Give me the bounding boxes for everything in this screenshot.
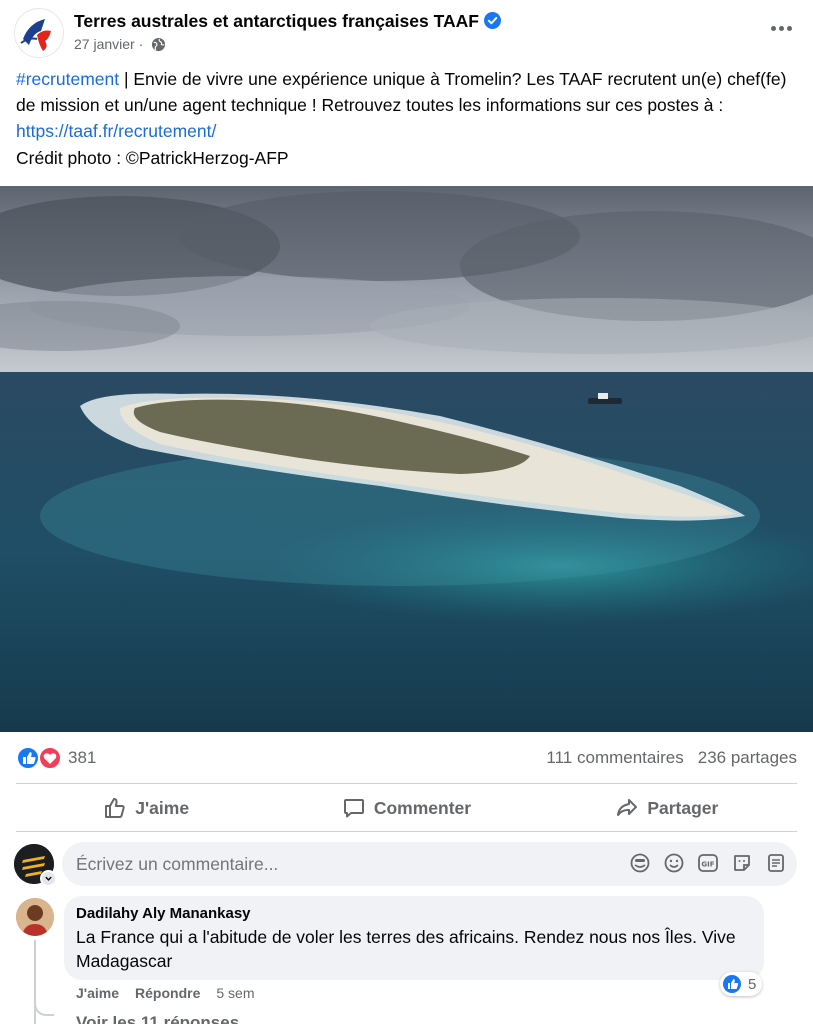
chevron-down-icon: [45, 876, 52, 881]
gif-icon[interactable]: GIF: [697, 852, 719, 874]
comment-reply-link[interactable]: Répondre: [135, 985, 200, 1001]
comment-text: La France qui a l'abitude de voler les t…: [76, 927, 736, 971]
view-replies-link[interactable]: Voir les 11 réponses: [76, 1013, 239, 1024]
dot-icon: [786, 25, 792, 31]
share-icon: [617, 799, 638, 816]
page-avatar[interactable]: [14, 8, 64, 58]
more-options-button[interactable]: [763, 18, 799, 38]
thumbs-up-icon: [105, 798, 125, 818]
page-name-text[interactable]: Terres australes et antarctiques françai…: [74, 11, 479, 31]
post-header: Terres australes et antarctiques françai…: [14, 8, 799, 60]
thread-connector: [34, 996, 54, 1016]
globe-icon: [152, 37, 166, 52]
commenter-name[interactable]: Dadilahy Aly Manankasy: [76, 905, 752, 922]
composer-tools: GIF: [629, 852, 787, 874]
shares-count[interactable]: 236 partages: [698, 748, 797, 767]
commenter-avatar[interactable]: [16, 898, 54, 936]
post-photo[interactable]: [0, 186, 813, 732]
post-message: #recrutement | Envie de vivre une expéri…: [16, 66, 796, 144]
divider: [16, 831, 797, 832]
person-photo-icon: [16, 898, 54, 936]
comment-bubble: Dadilahy Aly Manankasy La France qui a l…: [64, 896, 764, 980]
post-message-body: | Envie de vivre une expérience unique à…: [16, 69, 787, 115]
reaction-count[interactable]: 381: [68, 748, 96, 768]
like-reaction-icon: [723, 975, 741, 993]
hashtag-link[interactable]: #recrutement: [16, 69, 119, 89]
message-icon[interactable]: [765, 852, 787, 874]
taaf-logo-icon: [15, 9, 63, 57]
post-date[interactable]: 27 janvier: [74, 36, 135, 52]
comment-reaction-badge[interactable]: 5: [720, 972, 763, 996]
page-name[interactable]: Terres australes et antarctiques françai…: [74, 11, 501, 32]
comment: Dadilahy Aly Manankasy La France qui a l…: [16, 896, 797, 1024]
post-meta: 27 janvier ·: [74, 36, 166, 52]
comment-icon: [343, 799, 364, 818]
comment-age[interactable]: 5 sem: [216, 985, 254, 1001]
comment-composer: GIF: [14, 842, 797, 887]
my-avatar[interactable]: [14, 844, 57, 887]
like-label: J'aime: [135, 797, 190, 818]
comment-actions: J'aime Répondre 5 sem: [76, 985, 255, 1001]
account-switch-badge[interactable]: [40, 870, 57, 887]
dot-icon: [770, 25, 776, 31]
svg-text:GIF: GIF: [701, 861, 714, 869]
sticker-icon[interactable]: [731, 852, 753, 874]
verified-badge-icon: [483, 12, 501, 29]
comment-label: Commenter: [373, 797, 472, 818]
comments-count[interactable]: 111 commentaires: [546, 748, 683, 767]
reactions-summary: 381 111 commentaires 236 partages: [16, 743, 797, 773]
recruitment-link[interactable]: https://taaf.fr/recrutement/: [16, 121, 216, 141]
engagement-counts: 111 commentaires 236 partages: [546, 748, 797, 768]
emoji-icon[interactable]: [663, 852, 685, 874]
meta-separator: ·: [134, 36, 148, 52]
photo-credit: Crédit photo : ©PatrickHerzog-AFP: [16, 148, 289, 168]
comment-button[interactable]: Commenter: [276, 785, 536, 831]
reaction-icons[interactable]: [16, 745, 64, 771]
post-actions: J'aime Commenter Partager: [16, 785, 797, 831]
dot-icon: [778, 25, 784, 31]
share-button[interactable]: Partager: [537, 785, 797, 831]
share-label: Partager: [647, 797, 719, 818]
divider: [16, 783, 797, 784]
comment-reaction-count: 5: [748, 975, 757, 993]
comment-like-link[interactable]: J'aime: [76, 985, 119, 1001]
like-button[interactable]: J'aime: [16, 785, 276, 831]
avatar-sticker-icon[interactable]: [629, 852, 651, 874]
